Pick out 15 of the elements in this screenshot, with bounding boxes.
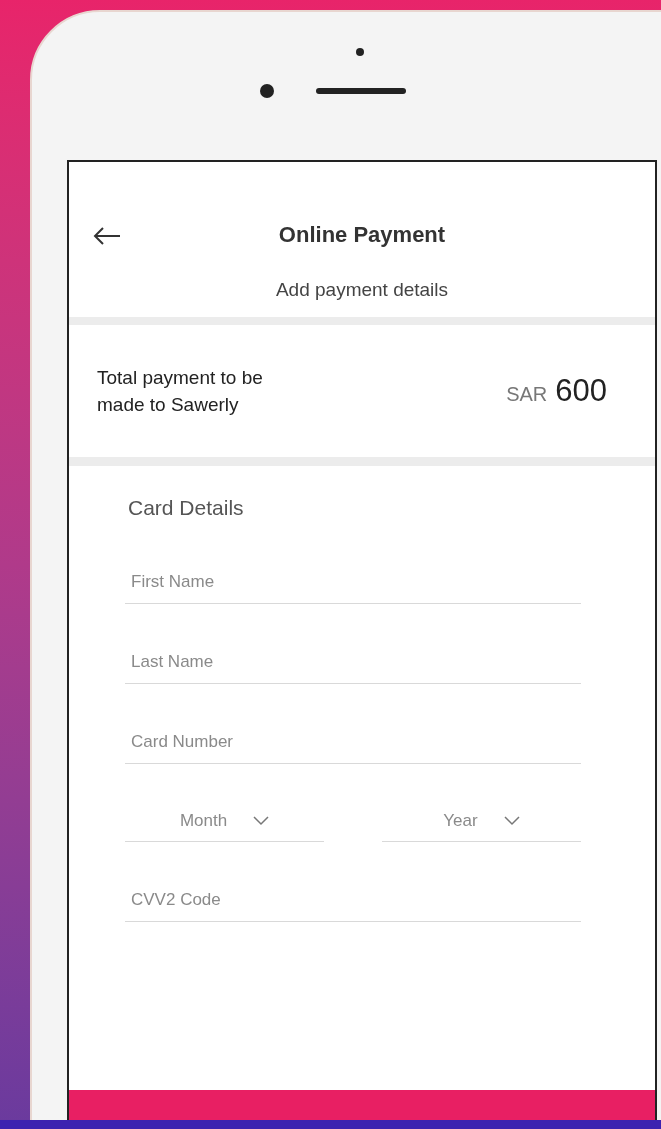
- total-amount: 600: [555, 371, 607, 410]
- page-title: Online Payment: [278, 221, 446, 249]
- chevron-down-icon: [253, 816, 270, 826]
- page-subtitle: Add payment details: [275, 278, 449, 302]
- dropdown-field[interactable]: Month: [125, 787, 324, 842]
- total-label: Total payment to be made to Sawerly: [97, 366, 264, 417]
- section-title: Card Details: [127, 495, 245, 521]
- back-arrow-icon: [93, 226, 121, 246]
- input-field[interactable]: Last Name: [125, 627, 581, 684]
- chevron-down-icon: [503, 816, 520, 826]
- input-field[interactable]: CVV2 Code: [125, 865, 581, 922]
- dropdown-field[interactable]: Year: [382, 787, 581, 842]
- currency-label: SAR: [506, 381, 548, 407]
- input-field[interactable]: First Name: [125, 547, 581, 604]
- input-field[interactable]: Card Number: [125, 707, 581, 764]
